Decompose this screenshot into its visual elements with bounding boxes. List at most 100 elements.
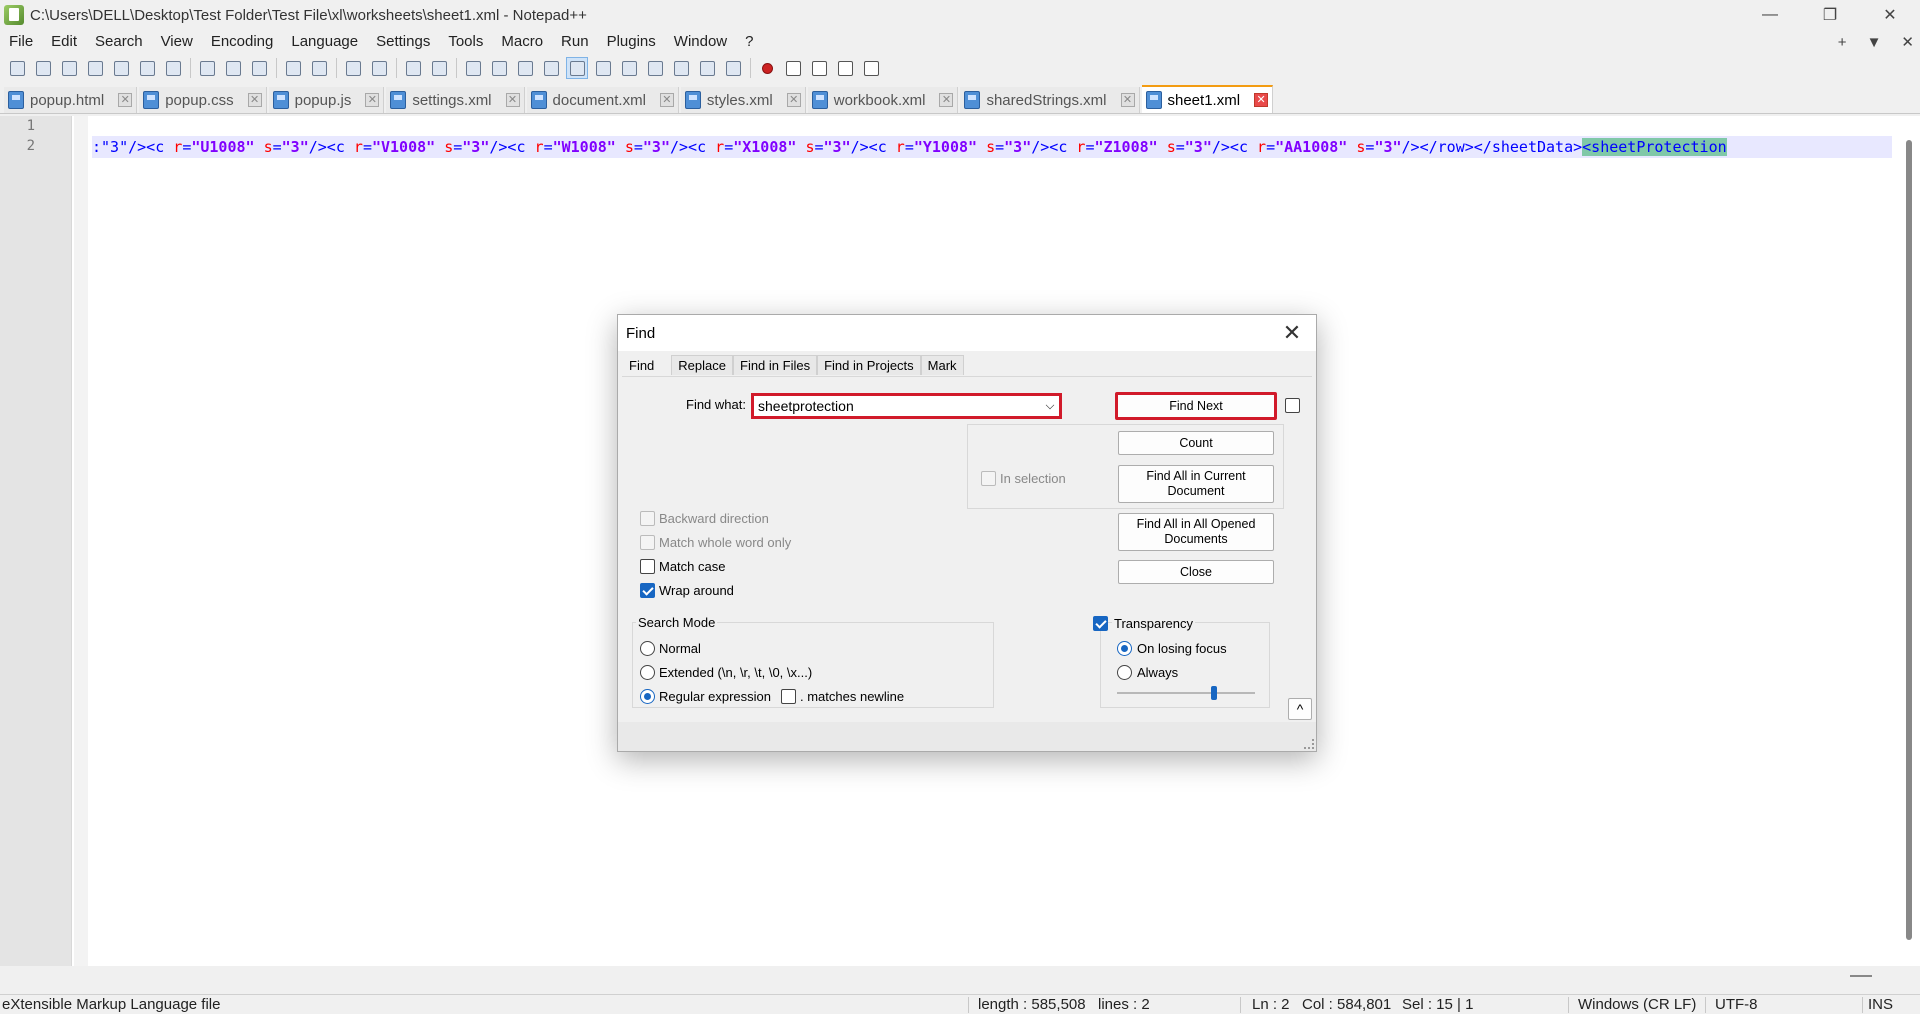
matches-newline-checkbox[interactable] — [781, 689, 796, 704]
run-macro-multiple-icon[interactable] — [834, 57, 856, 79]
tab-find[interactable]: Find — [622, 355, 662, 375]
tab-close-icon[interactable]: ✕ — [939, 93, 954, 107]
close-window-icon[interactable]: ✕ — [1860, 0, 1920, 30]
tab-settings-xml[interactable]: settings.xml ✕ — [386, 87, 525, 113]
tab-document-xml[interactable]: document.xml ✕ — [526, 87, 679, 113]
tab-list-icon[interactable]: ▼ — [1867, 34, 1882, 51]
tab-find-in-files[interactable]: Find in Files — [733, 355, 818, 375]
find-all-current-button[interactable]: Find All in Current Document — [1118, 465, 1274, 503]
tab-mark[interactable]: Mark — [920, 355, 964, 375]
menu-edit[interactable]: Edit — [42, 30, 86, 54]
transparency-slider-track[interactable] — [1117, 692, 1255, 694]
add-tab-icon[interactable]: + — [1838, 34, 1847, 51]
fold-margin[interactable] — [74, 116, 88, 966]
on-losing-focus-radio[interactable] — [1117, 641, 1132, 656]
doc-map-icon[interactable] — [618, 57, 640, 79]
menu-macro[interactable]: Macro — [492, 30, 552, 54]
tab-popup-css[interactable]: popup.css ✕ — [139, 87, 267, 113]
menu-view[interactable]: View — [152, 30, 202, 54]
tab-styles-xml[interactable]: styles.xml ✕ — [680, 87, 806, 113]
tab-popup-html[interactable]: popup.html ✕ — [4, 87, 138, 113]
tab-find-in-projects[interactable]: Find in Projects — [817, 355, 921, 375]
replace-icon[interactable] — [368, 57, 390, 79]
show-all-chars-icon[interactable] — [540, 57, 562, 79]
transparency-slider-thumb[interactable] — [1210, 686, 1217, 700]
menu-file[interactable]: File — [0, 30, 42, 54]
print-icon[interactable] — [162, 57, 184, 79]
regular-expression-radio[interactable] — [640, 689, 655, 704]
undo-icon[interactable] — [282, 57, 304, 79]
redo-icon[interactable] — [308, 57, 330, 79]
tab-replace[interactable]: Replace — [671, 355, 733, 375]
find-what-input[interactable]: sheetprotection — [751, 393, 1062, 419]
copy-icon[interactable] — [222, 57, 244, 79]
find-next-button[interactable]: Find Next — [1115, 392, 1277, 420]
tab-close-icon[interactable]: ✕ — [365, 93, 380, 107]
stop-macro-icon[interactable] — [782, 57, 804, 79]
backward-direction-checkbox[interactable] — [640, 511, 655, 526]
dialog-close-icon[interactable]: ✕ — [1278, 319, 1306, 347]
sync-horizontal-icon[interactable] — [488, 57, 510, 79]
menu-run[interactable]: Run — [552, 30, 598, 54]
always-radio[interactable] — [1117, 665, 1132, 680]
vertical-scrollbar[interactable] — [1906, 140, 1912, 940]
count-button[interactable]: Count — [1118, 431, 1274, 455]
tab-close-icon[interactable]: ✕ — [1254, 93, 1269, 107]
udl-icon[interactable] — [592, 57, 614, 79]
menu-settings[interactable]: Settings — [367, 30, 439, 54]
tab-close-icon[interactable]: ✕ — [1120, 93, 1135, 107]
collapse-dialog-button[interactable]: ^ — [1288, 698, 1312, 720]
cut-icon[interactable] — [196, 57, 218, 79]
extended-radio[interactable] — [640, 665, 655, 680]
play-macro-icon[interactable] — [808, 57, 830, 79]
find-icon[interactable] — [342, 57, 364, 79]
resize-grip-icon[interactable] — [1304, 739, 1314, 749]
tab-close-icon[interactable]: ✕ — [786, 93, 801, 107]
in-selection-checkbox[interactable] — [981, 471, 996, 486]
function-list-icon[interactable] — [670, 57, 692, 79]
tab-sheet1-xml[interactable]: sheet1.xml ✕ — [1141, 85, 1274, 113]
tab-workbook-xml[interactable]: workbook.xml ✕ — [807, 87, 959, 113]
menu-plugins[interactable]: Plugins — [598, 30, 665, 54]
doc-list-icon[interactable] — [644, 57, 666, 79]
zoom-out-icon[interactable] — [428, 57, 450, 79]
menu-help[interactable]: ? — [736, 30, 762, 54]
tab-sharedstrings-xml[interactable]: sharedStrings.xml ✕ — [960, 87, 1140, 113]
transparency-checkbox[interactable] — [1093, 616, 1108, 631]
restore-icon[interactable]: ❐ — [1800, 0, 1860, 30]
chevron-down-icon[interactable] — [1045, 400, 1055, 410]
find-all-opened-button[interactable]: Find All in All Opened Documents — [1118, 513, 1274, 551]
horizontal-scrollbar[interactable] — [1850, 975, 1872, 977]
close-all-icon[interactable] — [136, 57, 158, 79]
monitoring-icon[interactable] — [722, 57, 744, 79]
save-macro-icon[interactable] — [860, 57, 882, 79]
indent-guide-icon[interactable] — [566, 57, 588, 79]
new-file-icon[interactable] — [6, 57, 28, 79]
sync-vertical-icon[interactable] — [462, 57, 484, 79]
close-file-icon[interactable] — [110, 57, 132, 79]
menu-window[interactable]: Window — [665, 30, 736, 54]
close-doc-icon[interactable]: ✕ — [1901, 33, 1914, 51]
code-line-2[interactable]: :"3"/><c r="U1008" s="3"/><c r="V1008" s… — [92, 136, 1892, 158]
tab-popup-js[interactable]: popup.js ✕ — [268, 87, 385, 113]
backward-toggle-checkbox[interactable] — [1285, 398, 1300, 413]
menu-encoding[interactable]: Encoding — [202, 30, 283, 54]
paste-icon[interactable] — [248, 57, 270, 79]
close-button[interactable]: Close — [1118, 560, 1274, 584]
normal-radio[interactable] — [640, 641, 655, 656]
zoom-in-icon[interactable] — [402, 57, 424, 79]
menu-language[interactable]: Language — [282, 30, 367, 54]
menu-search[interactable]: Search — [86, 30, 152, 54]
record-macro-icon[interactable] — [756, 57, 778, 79]
tab-close-icon[interactable]: ✕ — [505, 93, 520, 107]
folder-workspace-icon[interactable] — [696, 57, 718, 79]
menu-tools[interactable]: Tools — [439, 30, 492, 54]
minimize-icon[interactable]: — — [1740, 0, 1800, 30]
wrap-around-checkbox[interactable] — [640, 583, 655, 598]
tab-close-icon[interactable]: ✕ — [659, 93, 674, 107]
match-whole-word-checkbox[interactable] — [640, 535, 655, 550]
save-all-icon[interactable] — [84, 57, 106, 79]
word-wrap-icon[interactable] — [514, 57, 536, 79]
open-file-icon[interactable] — [32, 57, 54, 79]
save-icon[interactable] — [58, 57, 80, 79]
